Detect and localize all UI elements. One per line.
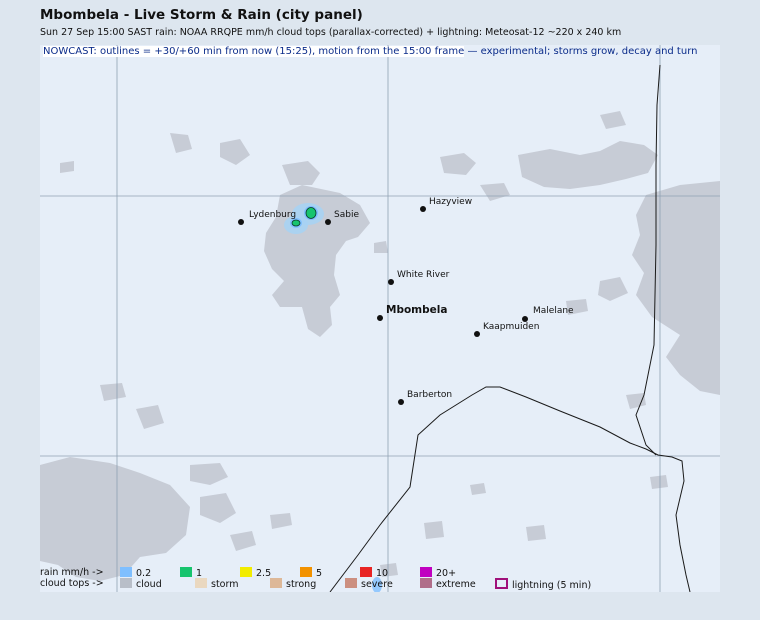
legend-item-label: lightning (5 min) (512, 580, 592, 591)
cloud-patch (190, 463, 228, 485)
town-dot (474, 331, 480, 337)
legend-cloud-item: cloud (120, 578, 162, 590)
map-canvas: Lydenburg Sabie Hazyview White River Mbombel… (40, 45, 720, 592)
legend-rain-label: rain mm/h -> (40, 567, 104, 578)
legend-swatch (180, 567, 192, 577)
legend-swatch (120, 578, 132, 588)
town-label: Mbombela (386, 304, 447, 316)
legend-rain-item: 2.5 (240, 567, 271, 579)
legend-swatch (240, 567, 252, 577)
cloud-patch (632, 181, 720, 395)
cloud-patch (230, 531, 256, 551)
map-panel[interactable]: Lydenburg Sabie Hazyview White River Mbombel… (40, 45, 720, 592)
cloud-layer (40, 111, 720, 581)
legend-cloud-item: strong (270, 578, 316, 590)
cloud-patch (100, 383, 126, 401)
cloud-patch (424, 521, 444, 539)
cloud-patch (440, 153, 476, 175)
cloud-patch (40, 457, 190, 581)
legend-swatch (360, 567, 372, 577)
cloud-patch (526, 525, 546, 541)
legend-cloud-item: extreme (420, 578, 476, 590)
nowcast-note: NOWCAST: outlines = +30/+60 min from now… (40, 45, 700, 59)
town-label: White River (397, 270, 450, 280)
country-border (329, 386, 691, 592)
legend-item-label: 2.5 (256, 568, 272, 579)
legend-item-label: extreme (436, 579, 476, 590)
town-dot (388, 279, 394, 285)
cloud-patch (600, 111, 626, 129)
legend-cloud-item: storm (195, 578, 238, 590)
cloud-patch (220, 139, 250, 165)
town-marker: White River (388, 270, 450, 285)
town-marker: Kaapmuiden (474, 322, 539, 337)
town-dot (325, 219, 331, 225)
legend-cloud-item: severe (345, 578, 393, 590)
legend-swatch (420, 578, 432, 588)
nowcast-highlight: NOWCAST: outlines = +30/+60 min from now… (43, 46, 465, 57)
legend-swatch (495, 578, 508, 589)
town-label: Barberton (407, 390, 452, 400)
town-marker: Mbombela (377, 304, 447, 321)
town-dot (398, 399, 404, 405)
cloud-patch (374, 241, 388, 253)
town-marker: Barberton (398, 390, 452, 405)
legend-item-label: severe (361, 579, 393, 590)
legend-swatch (195, 578, 207, 588)
cloud-patch (270, 513, 292, 529)
cloud-patch (480, 183, 510, 201)
cloud-patch (626, 393, 646, 409)
cloud-patch (598, 277, 628, 301)
rain-cell (291, 219, 301, 227)
town-dot (420, 206, 426, 212)
town-label: Hazyview (429, 197, 472, 207)
cloud-patch (60, 161, 74, 173)
cloud-patch (282, 161, 320, 185)
legend-item-label: cloud (136, 579, 162, 590)
cloud-patch (650, 475, 668, 489)
town-label: Malelane (533, 306, 574, 316)
legend-swatch (345, 578, 357, 588)
nowcast-rest: — experimental; storms grow, decay and t… (464, 46, 698, 57)
cloud-patch (170, 133, 192, 153)
rain-cell (305, 207, 317, 219)
legend-swatch (420, 567, 432, 577)
town-label: Sabie (334, 210, 359, 220)
town-marker: Hazyview (420, 197, 472, 212)
cloud-patch (200, 493, 236, 523)
town-label: Kaapmuiden (483, 322, 539, 332)
town-dot (377, 315, 383, 321)
town-label: Lydenburg (249, 210, 296, 220)
page-title: Mbombela - Live Storm & Rain (city panel… (40, 7, 363, 23)
legend-item-label: 5 (316, 568, 323, 579)
cloud-patch (470, 483, 486, 495)
legend-swatch (300, 567, 312, 577)
legend-swatch (270, 578, 282, 588)
legend-item-label: storm (211, 579, 239, 590)
legend-item-label: strong (286, 579, 317, 590)
legend-swatch (120, 567, 132, 577)
town-marker: Malelane (522, 306, 574, 322)
legend-cloud-item: lightning (5 min) (495, 578, 591, 591)
cloud-patch (136, 405, 164, 429)
cloud-patch (518, 141, 658, 189)
legend-cloud-label: cloud tops -> (40, 578, 104, 589)
page-subtitle: Sun 27 Sep 15:00 SAST rain: NOAA RRQPE m… (40, 27, 622, 38)
town-dot (238, 219, 244, 225)
